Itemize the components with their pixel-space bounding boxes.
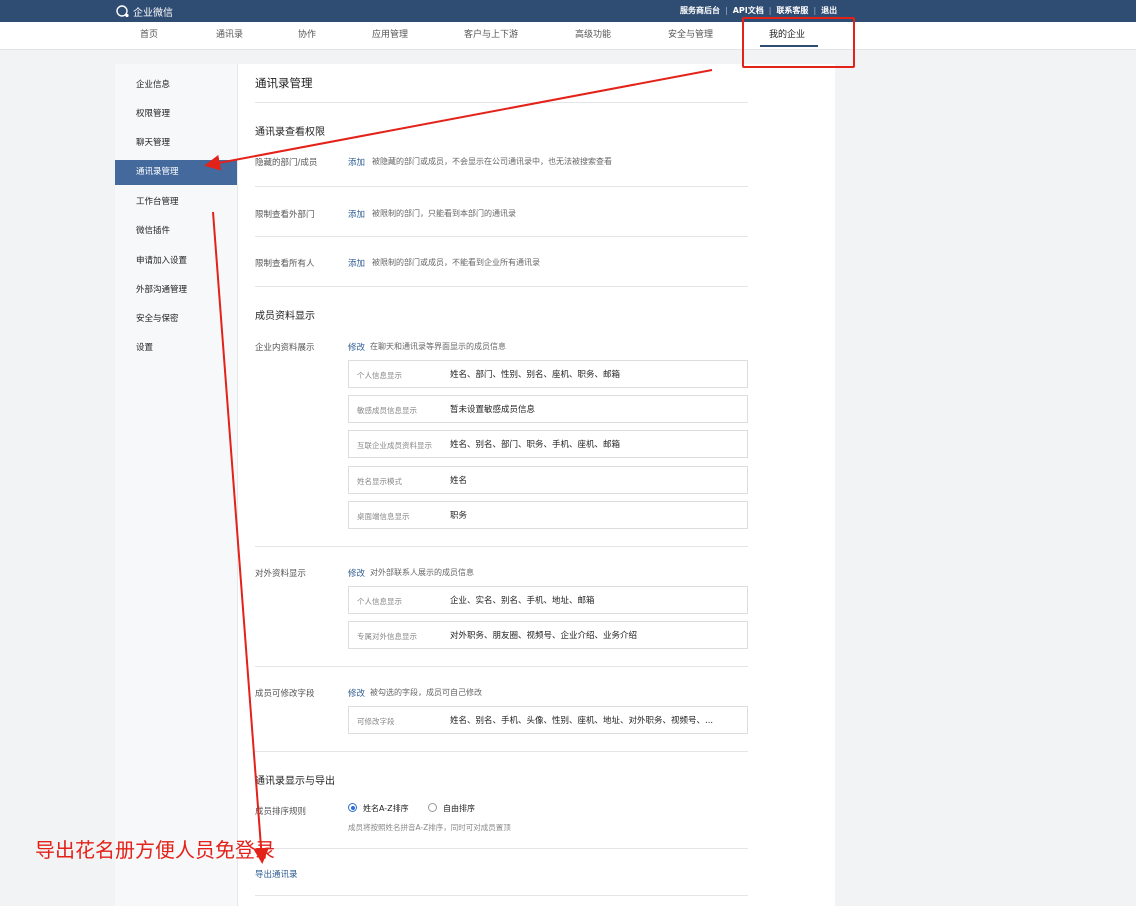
annotation-text: 导出花名册方便人员免登录	[35, 838, 275, 862]
annotation-arrow-to-sidebar	[204, 69, 713, 171]
annotation-arrow-to-export	[212, 211, 270, 864]
annotation-arrows	[204, 69, 713, 864]
